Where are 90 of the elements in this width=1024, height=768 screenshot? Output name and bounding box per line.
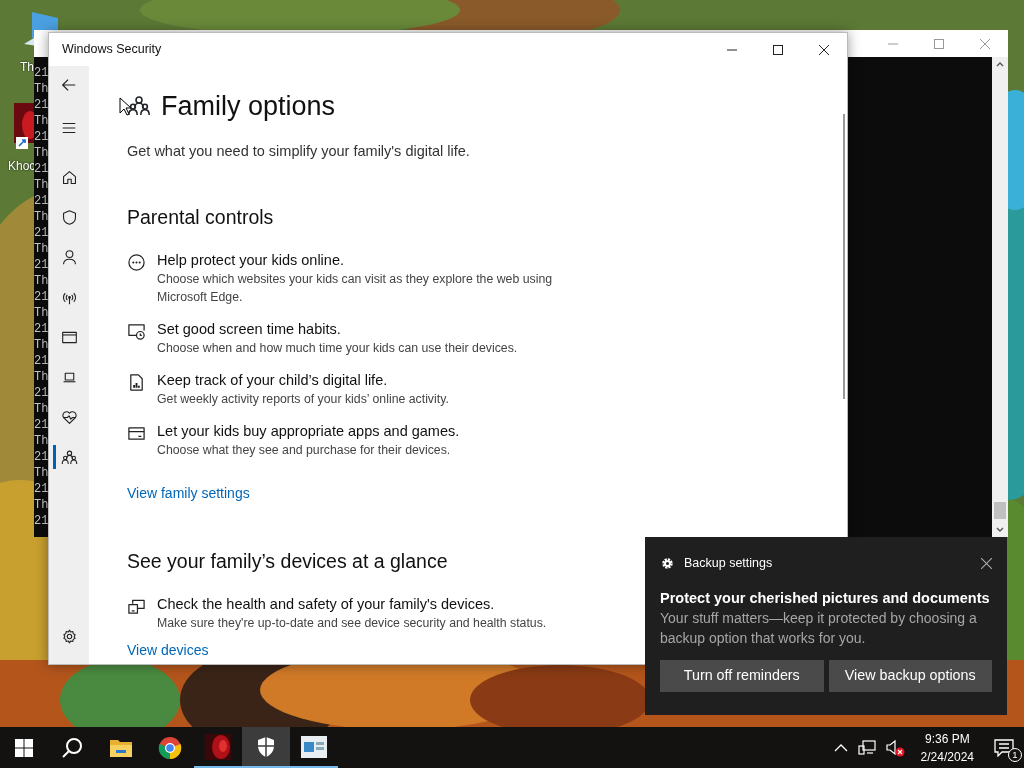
close-icon bbox=[981, 557, 992, 569]
console-line: 21 bbox=[34, 513, 48, 529]
notifications-icon bbox=[994, 738, 1014, 757]
maximize-icon bbox=[773, 44, 783, 55]
scroll-up-icon[interactable] bbox=[996, 61, 1004, 69]
console-line: 21 bbox=[34, 481, 48, 497]
item-title: Let your kids buy appropriate apps and games. bbox=[157, 422, 461, 441]
console-line: 21 bbox=[34, 193, 48, 209]
globe-dots-icon bbox=[127, 253, 146, 273]
console-line: Th bbox=[34, 209, 48, 225]
console-line: Th bbox=[34, 145, 48, 161]
maximize-icon bbox=[934, 38, 944, 49]
console-line: Th bbox=[34, 81, 48, 97]
scrollbar[interactable] bbox=[992, 57, 1008, 537]
console-line: 21 bbox=[34, 257, 48, 273]
heart-icon bbox=[60, 408, 78, 426]
cursor-icon bbox=[119, 97, 131, 116]
console-line: Th bbox=[34, 337, 48, 353]
close-icon bbox=[980, 38, 990, 49]
console-line: 21 bbox=[34, 353, 48, 369]
link[interactable]: View family settings bbox=[127, 483, 250, 504]
search-icon bbox=[61, 736, 83, 759]
item-title: Set good screen time habits. bbox=[157, 320, 342, 339]
icon-label[interactable]: Th bbox=[20, 58, 34, 76]
console-line: Th bbox=[34, 273, 48, 289]
item-description: Get weekly activity reports of your kids’ online activity. bbox=[157, 391, 450, 408]
shield-icon bbox=[256, 735, 276, 758]
settings-icon bbox=[60, 627, 78, 645]
console-line: 21 bbox=[34, 417, 48, 433]
notification-title: Protect your cherished pictures and documents bbox=[660, 589, 991, 608]
gear-icon bbox=[660, 555, 675, 571]
toast-button[interactable]: View backup options bbox=[828, 660, 992, 692]
item-title: Check the health and safety of your family's devices. bbox=[157, 595, 496, 615]
shield-icon bbox=[60, 208, 78, 226]
section-heading: See your family’s devices at a glance bbox=[127, 549, 448, 574]
report-icon bbox=[127, 373, 146, 393]
notifications-button[interactable]: 1 bbox=[984, 727, 1024, 768]
app-icon bbox=[205, 733, 231, 760]
scroll-down-icon[interactable] bbox=[996, 525, 1004, 533]
console-line: Th bbox=[34, 401, 48, 417]
icon-label[interactable]: Khoc bbox=[8, 157, 36, 175]
console-line: 21 bbox=[34, 161, 48, 177]
app-name: Backup settings bbox=[684, 554, 773, 572]
console-line: 21 bbox=[34, 385, 48, 401]
notification-body: Your stuff matters—keep it protected by choosing a backup option that works for you. bbox=[660, 609, 978, 648]
taskbar-app[interactable] bbox=[242, 727, 290, 768]
console-line: Th bbox=[34, 497, 48, 513]
item-title: Help protect your kids online. bbox=[157, 251, 345, 270]
item-title: Keep track of your child’s digital life. bbox=[157, 371, 389, 390]
family-icon bbox=[60, 448, 78, 466]
close-button[interactable] bbox=[981, 557, 992, 569]
clock-date[interactable]: 2/24/2024 bbox=[920, 747, 974, 766]
scroll-thumb[interactable] bbox=[994, 502, 1006, 519]
console-line: 21 bbox=[34, 225, 48, 241]
home-icon bbox=[60, 168, 78, 186]
console-line: Th bbox=[34, 177, 48, 193]
console-line: Th bbox=[34, 113, 48, 129]
item-description: Choose which websites your kids can visit as they explore the web using Microsoft Edge. bbox=[157, 271, 554, 306]
page-subtitle: Get what you need to simplify your family's digital life. bbox=[127, 142, 471, 161]
console-line: 21 bbox=[34, 449, 48, 465]
console-line: 21 bbox=[34, 97, 48, 113]
family-icon bbox=[127, 94, 151, 118]
console-line: 21 bbox=[34, 321, 48, 337]
console-line: 21 bbox=[34, 289, 48, 305]
scrollbar[interactable] bbox=[843, 114, 845, 399]
clock-time[interactable]: 9:36 PM bbox=[924, 729, 970, 748]
person-icon bbox=[60, 248, 78, 266]
window-title: Windows Security bbox=[61, 41, 162, 59]
link[interactable]: View devices bbox=[127, 640, 209, 662]
page-title: Family options bbox=[161, 90, 336, 123]
console-line: Th bbox=[34, 305, 48, 321]
console-line: Th bbox=[34, 369, 48, 385]
close-icon bbox=[819, 44, 829, 55]
console-line: 21 bbox=[34, 129, 48, 145]
console-line: Th bbox=[34, 433, 48, 449]
screen-clock-icon bbox=[127, 322, 146, 342]
item-description: Choose what they see and purchase for their devices. bbox=[157, 442, 452, 459]
item-description: Make sure they're up-to-date and see device security and health status. bbox=[157, 615, 548, 633]
back-icon bbox=[60, 76, 78, 94]
console-line: Th bbox=[34, 241, 48, 257]
toast-button[interactable]: Turn off reminders bbox=[660, 660, 824, 692]
window-icon bbox=[301, 735, 327, 758]
browser-icon bbox=[158, 735, 182, 760]
item-description: Choose when and how much time your kids can use their devices. bbox=[157, 340, 519, 357]
start-icon bbox=[15, 738, 33, 757]
console-line: 21 bbox=[34, 65, 48, 81]
notification-count: 1 bbox=[1008, 748, 1022, 762]
devices-icon bbox=[127, 597, 146, 617]
console-line: Th bbox=[34, 465, 48, 481]
section-heading: Parental controls bbox=[127, 204, 274, 230]
